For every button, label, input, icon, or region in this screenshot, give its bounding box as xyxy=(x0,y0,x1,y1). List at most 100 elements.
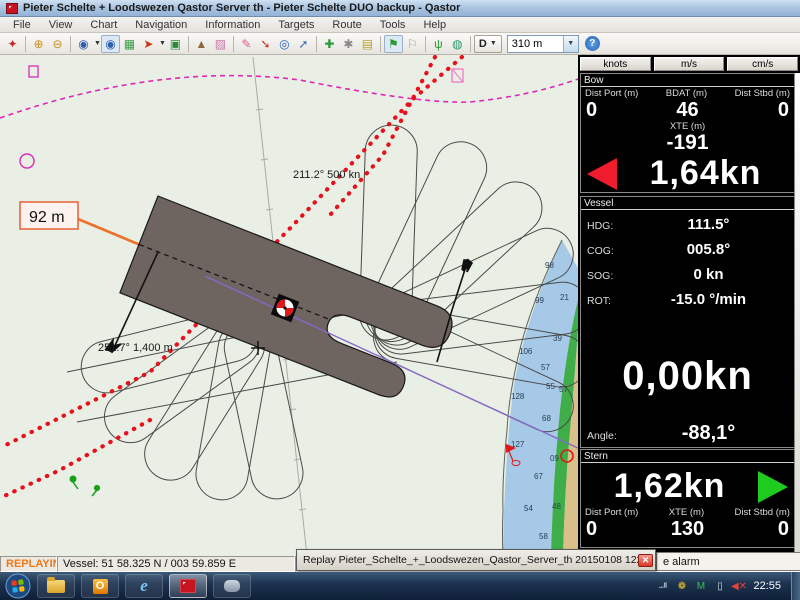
unit-tabs: knots m/s cm/s xyxy=(578,55,800,73)
menu-chart[interactable]: Chart xyxy=(81,18,126,32)
stern-box: Stern 1,62kn Dist Port (m)XTE (m)Dist St… xyxy=(580,449,795,548)
sog-value: 0 kn xyxy=(629,266,788,283)
tab-cms[interactable]: cm/s xyxy=(727,57,798,71)
toolbar-separator xyxy=(425,36,426,52)
chart-notes-icon[interactable]: ▨ xyxy=(211,35,230,53)
vrm-icon[interactable]: ◎ xyxy=(275,35,294,53)
cog-label: COG: xyxy=(587,245,629,257)
toolbar-separator xyxy=(25,36,26,52)
menu-targets[interactable]: Targets xyxy=(269,18,323,32)
select-area-icon[interactable]: ▦ xyxy=(120,35,139,53)
panel-scrollbar[interactable] xyxy=(794,73,800,554)
pin-icon[interactable]: ✚ xyxy=(320,35,339,53)
help-icon[interactable]: ? xyxy=(585,36,600,51)
app-icon xyxy=(6,3,18,14)
internet-icon[interactable]: ◍ xyxy=(448,35,467,53)
follow-vessel-icon[interactable]: ◉ xyxy=(101,35,120,53)
toolbar-separator xyxy=(70,36,71,52)
svg-text:106: 106 xyxy=(519,347,533,356)
taskbar-clock[interactable]: 22:55 xyxy=(753,580,781,592)
cog-value: 005.8° xyxy=(629,241,788,258)
menu-tools[interactable]: Tools xyxy=(371,18,415,32)
rot-label: ROT: xyxy=(587,295,629,307)
stern-title: Stern xyxy=(581,450,794,463)
range-scale-value: 310 m xyxy=(508,38,563,50)
chart-area[interactable]: 98 21 99 39 106 57 55 57 128 68 127 09 6… xyxy=(0,55,578,556)
taskbar-qastor[interactable] xyxy=(169,574,207,598)
svg-text:48: 48 xyxy=(552,502,561,511)
svg-text:09: 09 xyxy=(550,454,559,463)
edit-route-icon[interactable]: ✎ xyxy=(237,35,256,53)
stern-speed-row: 1,62kn xyxy=(581,467,794,506)
network-icon[interactable]: ᆁ xyxy=(656,580,669,593)
chevron-down-icon[interactable]: ▼ xyxy=(159,40,166,47)
shield-icon[interactable]: ❁ xyxy=(675,580,688,593)
buoy-icon[interactable]: ▲ xyxy=(192,35,211,53)
bearing-label-1: 211.2° 500 kn xyxy=(293,169,360,181)
svg-text:98: 98 xyxy=(545,261,554,270)
menu-navigation[interactable]: Navigation xyxy=(126,18,196,32)
stern-column-values: 01300 xyxy=(581,518,794,540)
alarm-strip: e alarm xyxy=(656,552,800,571)
zoom-out-icon[interactable]: ⊖ xyxy=(48,35,67,53)
clipboard-icon[interactable]: ▯ xyxy=(713,580,726,593)
menu-file[interactable]: File xyxy=(4,18,40,32)
find-vessel-icon[interactable]: ◉ xyxy=(74,35,93,53)
bow-column-values: 0460 xyxy=(581,99,794,121)
chevron-down-icon[interactable]: ▼ xyxy=(94,40,101,47)
close-icon[interactable]: ✕ xyxy=(638,554,653,567)
bearing-label-2: 251.7° 1,400 m xyxy=(98,342,173,354)
chart-canvas: 98 21 99 39 106 57 55 57 128 68 127 09 6… xyxy=(0,55,578,556)
speaker-mute-icon[interactable]: ◀✕ xyxy=(732,580,745,593)
outlook-icon: O xyxy=(93,579,108,594)
taskbar-outlook[interactable]: O xyxy=(81,574,119,598)
redraw-icon[interactable]: ✦ xyxy=(3,35,22,53)
toolbar-separator xyxy=(380,36,381,52)
menu-bar: File View Chart Navigation Information T… xyxy=(0,17,800,33)
menu-help[interactable]: Help xyxy=(414,18,455,32)
window-title: Pieter Schelte + Loodswezen Qastor Serve… xyxy=(23,2,460,14)
tab-ms[interactable]: m/s xyxy=(654,57,725,71)
taskbar-app[interactable] xyxy=(213,574,251,598)
vessel-box: Vessel HDG: 111.5° COG: 005.8° SOG: 0 kn… xyxy=(580,196,795,448)
toolbar: ✦ ⊕ ⊖ ◉ ▼ ◉ ▦ ➤ ▼ ▣ ▲ ▨ ✎ ➘ ◎ ➚ ✚ ✱ ▤ ⚑ … xyxy=(0,33,800,55)
zoom-in-icon[interactable]: ⊕ xyxy=(29,35,48,53)
replay-window[interactable]: Replay Pieter_Schelte_+_Loodswezen_Qasto… xyxy=(296,549,656,571)
angle-row: Angle: -88,1° xyxy=(581,422,794,445)
start-button[interactable] xyxy=(5,573,31,599)
svg-text:57: 57 xyxy=(541,363,550,372)
ebl-icon[interactable]: ➚ xyxy=(294,35,313,53)
flag-gray-icon[interactable]: ⚐ xyxy=(403,35,422,53)
anchor-watch-icon[interactable]: ➘ xyxy=(256,35,275,53)
range-scale-combobox[interactable]: 310 m ▼ xyxy=(507,35,579,53)
qastor-application: Pieter Schelte + Loodswezen Qastor Serve… xyxy=(0,0,800,600)
vessel-speed: 0,00kn xyxy=(581,354,794,399)
svg-text:68: 68 xyxy=(542,414,551,423)
tab-knots[interactable]: knots xyxy=(580,57,651,71)
title-bar[interactable]: Pieter Schelte + Loodswezen Qastor Serve… xyxy=(0,0,800,17)
svg-text:128: 128 xyxy=(511,392,525,401)
ship-predictor-icon[interactable]: ➤ xyxy=(139,35,158,53)
instrument-panel: knots m/s cm/s Bow Dist Port (m)BDAT (m)… xyxy=(578,55,800,556)
settings-icon[interactable]: ✱ xyxy=(339,35,358,53)
antivirus-icon[interactable]: M xyxy=(694,580,707,593)
svg-text:58: 58 xyxy=(539,532,548,541)
ais-antenna-icon[interactable]: ψ xyxy=(429,35,448,53)
svg-text:92 m: 92 m xyxy=(29,209,65,226)
menu-information[interactable]: Information xyxy=(196,18,269,32)
flag-green-icon[interactable]: ⚑ xyxy=(384,35,403,53)
bow-speed-row: 1,64kn xyxy=(581,154,794,193)
logbook-icon[interactable]: ▤ xyxy=(358,35,377,53)
angle-label: Angle: xyxy=(587,430,629,442)
rot-value: -15.0 °/min xyxy=(629,291,788,308)
menu-view[interactable]: View xyxy=(40,18,82,32)
show-desktop-button[interactable] xyxy=(791,572,800,600)
bow-direction-arrow-icon xyxy=(587,158,617,190)
depth-display-button[interactable]: D ▼ xyxy=(474,35,502,53)
chevron-down-icon[interactable]: ▼ xyxy=(563,36,578,52)
taskbar-ie[interactable]: e xyxy=(125,574,163,598)
taskbar-explorer[interactable] xyxy=(37,574,75,598)
new-window-icon[interactable]: ▣ xyxy=(166,35,185,53)
menu-route[interactable]: Route xyxy=(323,18,370,32)
angle-value: -88,1° xyxy=(629,422,788,445)
